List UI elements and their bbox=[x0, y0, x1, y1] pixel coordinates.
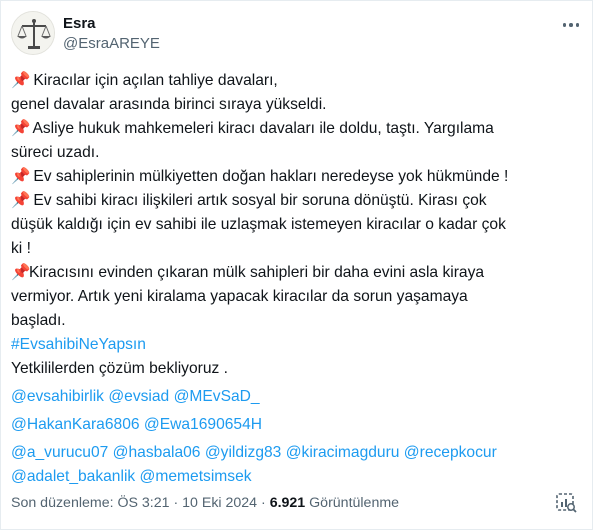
mentions-line: @a_vurucu07 @hasbala06 @yildizg83 @kirac… bbox=[11, 441, 583, 465]
tweet-line: düşük kaldığı için ev sahibi ile uzlaşma… bbox=[11, 216, 506, 233]
scales-of-justice-icon bbox=[12, 12, 54, 54]
closing-line: Yetkililerden çözüm bekliyoruz . bbox=[11, 360, 228, 377]
view-analytics-button[interactable] bbox=[554, 490, 578, 514]
tweet-line: 📌Kiracısını evinden çıkaran mülk sahiple… bbox=[11, 261, 583, 285]
views-label: Görüntülenme bbox=[305, 495, 400, 511]
hashtag-line: #EvsahibiNeYapsın bbox=[11, 333, 583, 357]
more-options-icon bbox=[562, 23, 580, 27]
mention-link[interactable]: @hasbala06 bbox=[113, 444, 201, 461]
pushpin-icon: 📌 bbox=[11, 264, 31, 281]
author-handle[interactable]: @EsraAREYE bbox=[63, 34, 160, 54]
views-count: 6.921 bbox=[269, 495, 306, 511]
pushpin-icon: 📌 bbox=[11, 192, 31, 209]
tweet-line: 📌 Asliye hukuk mahkemeleri kiracı davala… bbox=[11, 117, 583, 141]
mention-link[interactable]: @MEvSaD_ bbox=[174, 388, 260, 405]
mentions-line: @evsahibirlik @evsiad @MEvSaD_ bbox=[11, 385, 583, 409]
tweet-text: 📌 Kiracılar için açılan tahliye davaları… bbox=[11, 69, 583, 489]
view-analytics-icon bbox=[556, 493, 577, 513]
mention-link[interactable]: @kiracimagduru bbox=[286, 444, 400, 461]
tweet-line: vermiyor. Artık yeni kiralama yapacak ki… bbox=[11, 288, 468, 305]
mention-link[interactable]: @a_vurucu07 bbox=[11, 444, 108, 461]
hashtag-link[interactable]: #EvsahibiNeYapsın bbox=[11, 336, 146, 353]
mention-link[interactable]: @evsiad bbox=[108, 388, 169, 405]
pushpin-icon: 📌 bbox=[11, 120, 31, 137]
mentions-line: @adalet_bakanlik @memetsimsek bbox=[11, 465, 583, 489]
tweet-line: genel davalar arasında birinci sıraya yü… bbox=[11, 96, 327, 113]
tweet-line: süreci uzadı. bbox=[11, 144, 100, 161]
pushpin-icon: 📌 bbox=[11, 72, 31, 89]
mention-link[interactable]: @evsahibirlik bbox=[11, 388, 104, 405]
mention-link[interactable]: @Ewa1690654H bbox=[144, 416, 262, 433]
mention-link[interactable]: @yildizg83 bbox=[205, 444, 282, 461]
mention-link[interactable]: @HakanKara6806 bbox=[11, 416, 140, 433]
mentions-line: @HakanKara6806 @Ewa1690654H bbox=[11, 413, 583, 437]
avatar[interactable] bbox=[11, 11, 55, 55]
tweet-card: Esra @EsraAREYE 📌 Kiracılar için açılan … bbox=[0, 0, 593, 530]
tweet-line: ki ! bbox=[11, 240, 31, 257]
tweet-line: 📌 Ev sahiplerinin mülkiyetten doğan hakl… bbox=[11, 165, 583, 189]
pushpin-icon: 📌 bbox=[11, 168, 31, 185]
author-names: Esra @EsraAREYE bbox=[63, 14, 160, 54]
mention-link[interactable]: @recepkocur bbox=[404, 444, 497, 461]
mention-link[interactable]: @memetsimsek bbox=[140, 468, 252, 485]
tweet-meta: Son düzenleme: ÖS 3:21 · 10 Eki 2024 · 6… bbox=[11, 493, 399, 513]
mention-link[interactable]: @adalet_bakanlik bbox=[11, 468, 135, 485]
more-options-button[interactable] bbox=[558, 15, 584, 35]
tweet-line: başladı. bbox=[11, 312, 66, 329]
author-display-name[interactable]: Esra bbox=[63, 14, 160, 34]
tweet-line: 📌 Kiracılar için açılan tahliye davaları… bbox=[11, 69, 583, 93]
edited-timestamp[interactable]: Son düzenleme: ÖS 3:21 · 10 Eki 2024 · bbox=[11, 495, 270, 511]
tweet-header: Esra @EsraAREYE bbox=[11, 11, 584, 59]
tweet-line: 📌 Ev sahibi kiracı ilişkileri artık sosy… bbox=[11, 189, 583, 213]
